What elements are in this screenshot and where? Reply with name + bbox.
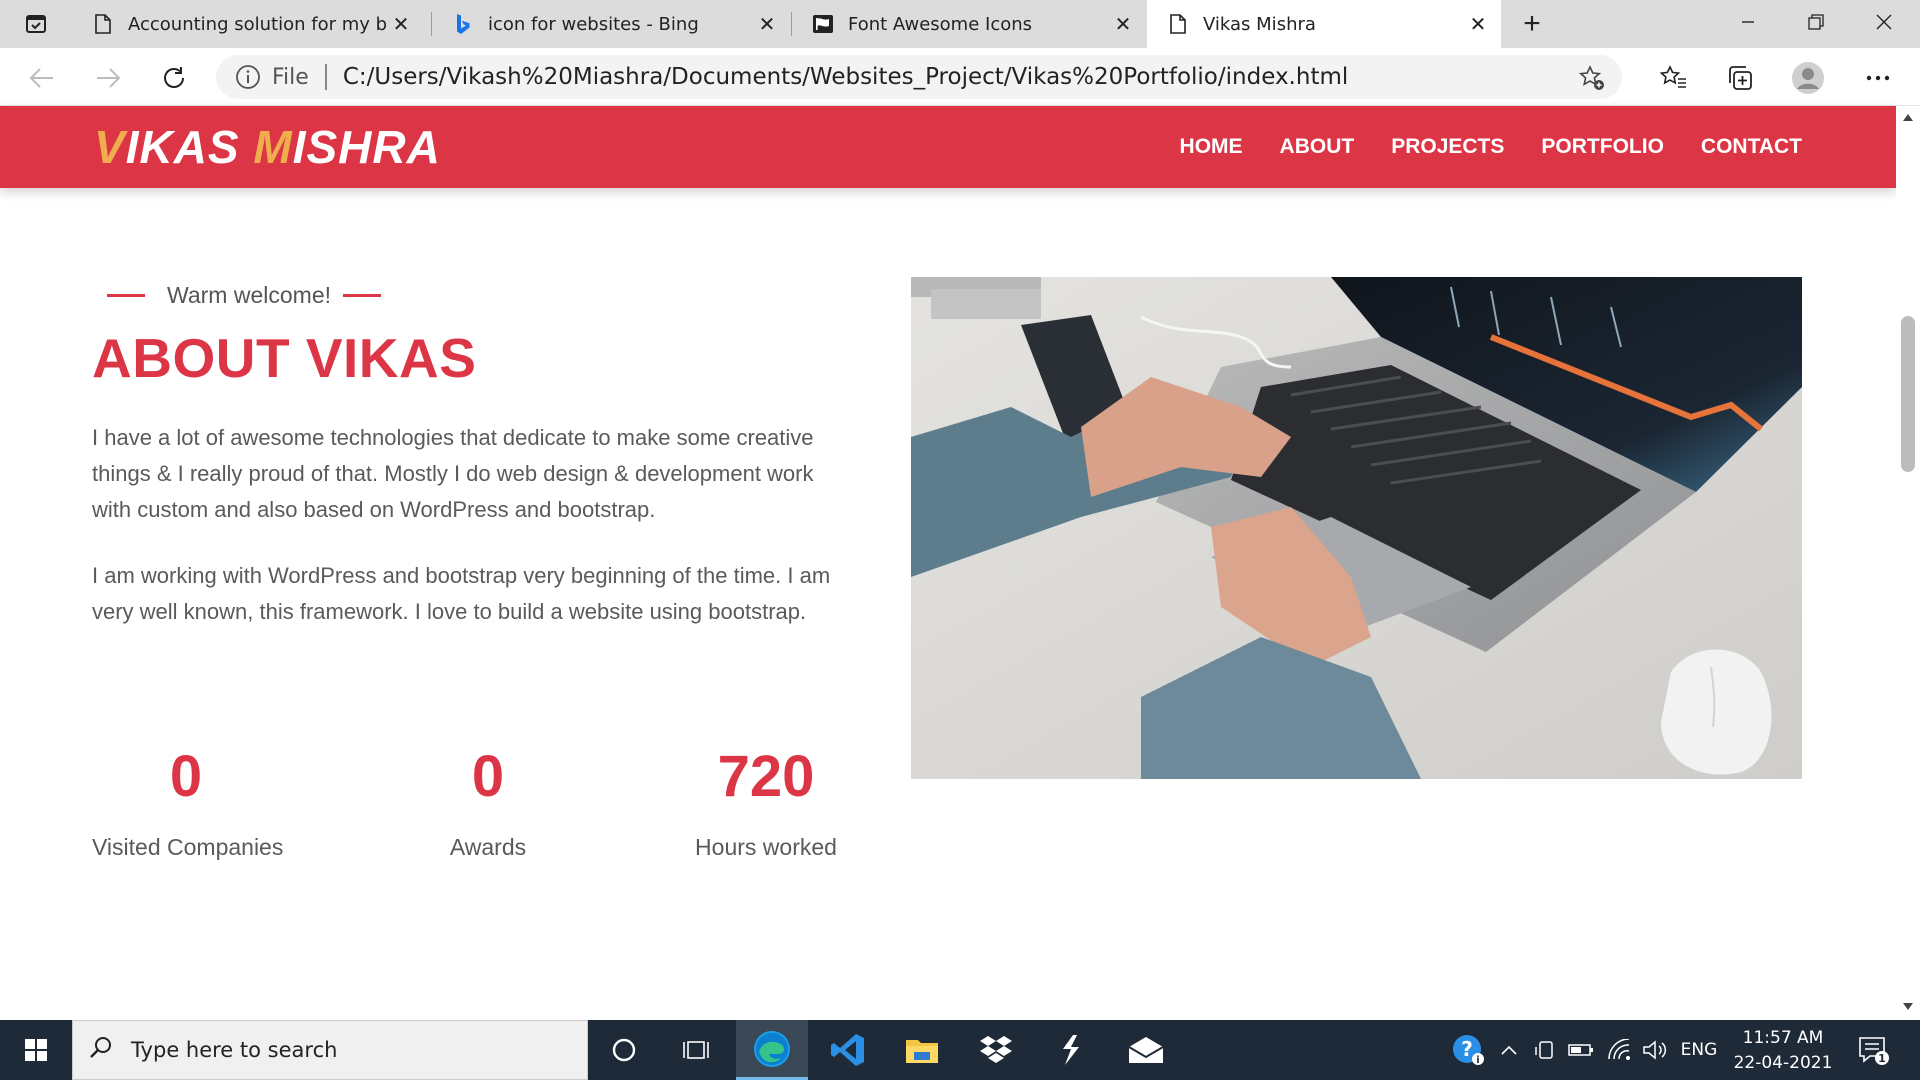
- notification-count: 1: [1878, 1052, 1886, 1065]
- browser-tab-strip: Accounting solution for my busir ✕ icon …: [0, 0, 1920, 48]
- nav-contact[interactable]: CONTACT: [1701, 135, 1802, 159]
- tab-bing[interactable]: icon for websites - Bing ✕: [432, 0, 790, 48]
- logo-last-name: ISHRA: [292, 121, 441, 173]
- main-nav: HOME ABOUT PROJECTS PORTFOLIO CONTACT: [1143, 106, 1802, 188]
- stat-visited-companies: 0 Visited Companies: [92, 742, 284, 861]
- restore-button[interactable]: [1782, 0, 1850, 44]
- scroll-down-arrow-icon[interactable]: [1903, 1003, 1913, 1010]
- dropbox-icon[interactable]: [960, 1020, 1032, 1080]
- kicker-text: Warm welcome!: [167, 282, 331, 308]
- tab-title: Font Awesome Icons: [848, 13, 1033, 35]
- task-view-icon[interactable]: [660, 1020, 732, 1080]
- search-icon: [89, 1036, 113, 1065]
- close-window-button[interactable]: [1850, 0, 1918, 44]
- kicker-line: [343, 294, 381, 297]
- nav-about[interactable]: ABOUT: [1280, 135, 1355, 159]
- tab-actions-icon[interactable]: [12, 8, 60, 40]
- file-label: File: [272, 64, 309, 90]
- about-paragraph: I am working with WordPress and bootstra…: [92, 563, 831, 624]
- tab-title: icon for websites - Bing: [488, 13, 699, 35]
- logo-initial-m: M: [253, 121, 293, 173]
- new-tab-button[interactable]: +: [1510, 6, 1554, 42]
- laptop-photo: [911, 277, 1802, 779]
- scroll-up-arrow-icon[interactable]: [1903, 114, 1913, 121]
- address-separator: [324, 64, 327, 90]
- show-hidden-icons-icon[interactable]: [1494, 1020, 1524, 1080]
- about-title: ABOUT VIKAS: [92, 327, 477, 389]
- stat-label: Awards: [449, 834, 527, 860]
- nav-portfolio[interactable]: PORTFOLIO: [1541, 135, 1664, 159]
- nav-projects[interactable]: PROJECTS: [1391, 135, 1504, 159]
- help-icon[interactable]: ? i: [1448, 1020, 1488, 1080]
- stat-label: Visited Companies: [92, 834, 284, 860]
- svg-text:i: i: [1476, 1055, 1479, 1066]
- stat-value: 0: [471, 744, 505, 809]
- close-tab-icon[interactable]: ✕: [1108, 9, 1138, 39]
- back-button[interactable]: [20, 56, 64, 100]
- stat-value: 0: [169, 744, 203, 809]
- clock-time: 11:57 AM: [1742, 1028, 1824, 1048]
- refresh-button[interactable]: [152, 56, 196, 100]
- close-tab-icon[interactable]: ✕: [752, 9, 782, 39]
- page-scrollbar[interactable]: [1896, 106, 1920, 1020]
- info-icon[interactable]: [234, 63, 262, 91]
- favorites-icon[interactable]: [1652, 56, 1696, 100]
- language-indicator[interactable]: ENG: [1676, 1020, 1722, 1080]
- url-text[interactable]: C:/Users/Vikash%20Miashra/Documents/Webs…: [343, 64, 1348, 90]
- collections-icon[interactable]: [1718, 56, 1762, 100]
- document-icon: [1167, 13, 1189, 35]
- more-menu-icon[interactable]: [1856, 56, 1900, 100]
- logo-first-name: IKAS: [125, 121, 254, 173]
- device-icon[interactable]: [1530, 1020, 1560, 1080]
- section-kicker: Warm welcome!: [107, 282, 381, 309]
- wifi-icon[interactable]: [1604, 1020, 1634, 1080]
- windows-start-button[interactable]: [0, 1020, 72, 1080]
- taskbar-search-input[interactable]: Type here to search: [72, 1020, 588, 1080]
- minimize-button[interactable]: [1714, 0, 1782, 44]
- site-logo[interactable]: VIKAS MISHRA: [94, 120, 441, 174]
- bing-icon: [452, 13, 474, 35]
- close-tab-icon[interactable]: ✕: [1463, 9, 1493, 39]
- stat-value: 720: [717, 744, 815, 809]
- logo-initial-v: V: [94, 121, 126, 173]
- edge-browser-icon[interactable]: [736, 1020, 808, 1080]
- file-explorer-icon[interactable]: [886, 1020, 958, 1080]
- flag-icon: [812, 13, 834, 35]
- mail-icon[interactable]: [1110, 1020, 1182, 1080]
- app-lightning-icon[interactable]: [1034, 1020, 1106, 1080]
- scrollbar-thumb[interactable]: [1901, 316, 1915, 472]
- kicker-line: [107, 294, 145, 297]
- tab-font-awesome[interactable]: Font Awesome Icons ✕: [792, 0, 1146, 48]
- tab-title: Accounting solution for my busir: [128, 13, 386, 35]
- stat-hours-worked: 720 Hours worked: [688, 742, 844, 861]
- site-header: VIKAS MISHRA HOME ABOUT PROJECTS PORTFOL…: [0, 106, 1896, 188]
- notifications-icon[interactable]: 1: [1852, 1020, 1894, 1080]
- about-paragraph: I have a lot of awesome technologies tha…: [92, 425, 814, 522]
- browser-toolbar: File C:/Users/Vikash%20Miashra/Documents…: [0, 48, 1920, 106]
- stat-label: Hours worked: [695, 834, 837, 860]
- search-placeholder: Type here to search: [131, 1038, 338, 1062]
- tab-title: Vikas Mishra: [1203, 13, 1316, 35]
- windows-taskbar: Type here to search ? i ENG 11:57 AM 22-…: [0, 1020, 1920, 1080]
- battery-icon[interactable]: [1566, 1020, 1596, 1080]
- nav-home[interactable]: HOME: [1180, 135, 1243, 159]
- cortana-icon[interactable]: [588, 1020, 660, 1080]
- vscode-icon[interactable]: [812, 1020, 884, 1080]
- close-tab-icon[interactable]: ✕: [386, 9, 416, 39]
- taskbar-clock[interactable]: 11:57 AM 22-04-2021: [1722, 1026, 1844, 1076]
- tab-vikas-mishra[interactable]: Vikas Mishra ✕: [1147, 0, 1501, 48]
- profile-avatar[interactable]: [1786, 56, 1830, 100]
- clock-date: 22-04-2021: [1733, 1053, 1833, 1073]
- add-favorite-icon[interactable]: [1578, 64, 1606, 92]
- volume-icon[interactable]: [1638, 1020, 1672, 1080]
- tab-accounting[interactable]: Accounting solution for my busir ✕: [72, 0, 424, 48]
- forward-button[interactable]: [86, 56, 130, 100]
- address-bar[interactable]: File C:/Users/Vikash%20Miashra/Documents…: [216, 55, 1622, 99]
- document-icon: [92, 13, 114, 35]
- stat-awards: 0 Awards: [434, 742, 542, 861]
- svg-text:?: ?: [1461, 1037, 1473, 1061]
